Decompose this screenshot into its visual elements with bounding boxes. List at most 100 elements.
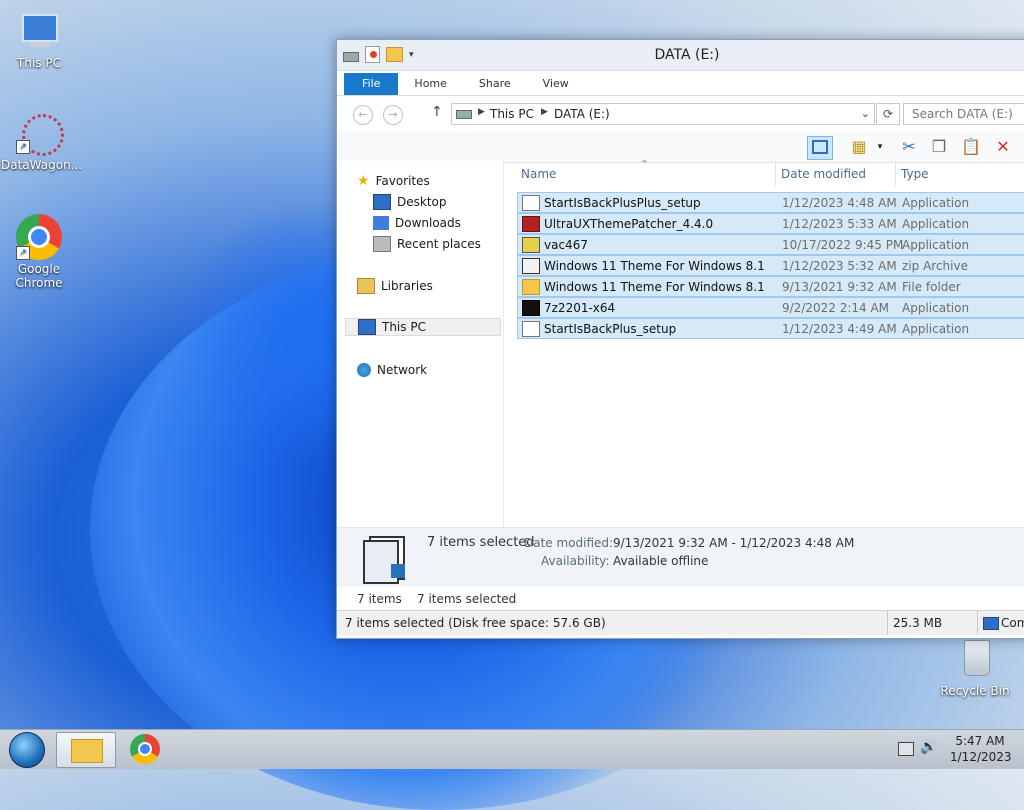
status-bar: 7 items 7 items selected [337, 587, 1024, 609]
volume-tray-icon[interactable]: 🔊 [920, 739, 937, 755]
table-row[interactable]: vac467 10/17/2022 9:45 PM Application [517, 234, 1024, 255]
desktop-icon-recycle-bin[interactable]: Recycle Bin [937, 636, 1013, 698]
bottom-status-bar: 7 items selected (Disk free space: 57.6 … [337, 610, 1024, 635]
clock-date[interactable]: 1/12/2023 [950, 750, 1012, 764]
navigation-bar: ← → ↑ ▶ This PC ▶ DATA (E:) ⌄ ⟳ Search D… [337, 96, 1024, 132]
nav-downloads[interactable]: Downloads [373, 214, 461, 232]
start-button[interactable] [6, 732, 46, 768]
availability-value: Available offline [613, 554, 709, 568]
chrome-icon: ↗ [16, 214, 62, 260]
column-header-name[interactable]: Name [521, 167, 556, 181]
network-tray-icon[interactable] [898, 742, 914, 756]
availability-label: Availability: [541, 554, 610, 568]
preview-pane-icon[interactable] [807, 136, 833, 160]
chevron-down-icon[interactable]: ▾ [873, 136, 887, 158]
clock-time[interactable]: 5:47 AM [950, 734, 1010, 748]
setup-icon [522, 320, 540, 337]
7zip-icon [522, 299, 540, 316]
nav-desktop[interactable]: Desktop [373, 193, 447, 211]
breadcrumb-separator: ▶ [478, 107, 485, 117]
nav-network[interactable]: Network [357, 361, 427, 379]
breadcrumb-this-pc[interactable]: This PC [490, 107, 534, 121]
patcher-icon [522, 215, 540, 232]
taskbar-chrome[interactable] [124, 732, 168, 766]
datawagon-icon: ↗ [16, 110, 64, 156]
network-icon [357, 363, 371, 377]
desktop-icon-this-pc[interactable]: This PC [1, 8, 77, 70]
column-header-date[interactable]: Date modified [781, 167, 866, 181]
search-input[interactable]: Search DATA (E:) [903, 103, 1024, 125]
computer-icon [16, 8, 62, 54]
back-button[interactable]: ← [353, 105, 373, 125]
disk-free-space: 7 items selected (Disk free space: 57.6 … [345, 616, 606, 630]
location-label: Com [1001, 616, 1024, 630]
multiple-files-icon [363, 536, 407, 584]
table-row[interactable]: Windows 11 Theme For Windows 8.1 1/12/20… [517, 255, 1024, 276]
tab-share[interactable]: Share [463, 73, 527, 95]
breadcrumb-data-drive[interactable]: DATA (E:) [554, 107, 610, 121]
libraries-icon [357, 278, 375, 294]
title-bar[interactable]: ▾ DATA (E:) [337, 40, 1024, 71]
taskbar-file-explorer[interactable] [56, 732, 116, 768]
details-pane: 7 items selected Date modified: 9/13/202… [337, 527, 1024, 588]
zip-icon [522, 257, 540, 274]
column-header-type[interactable]: Type [901, 167, 929, 181]
column-divider [775, 161, 776, 187]
date-modified-label: Date modified: [524, 536, 614, 550]
forward-button[interactable]: → [383, 105, 403, 125]
window-title: DATA (E:) [654, 47, 720, 63]
computer-icon [983, 617, 999, 630]
chrome-icon-center [138, 742, 152, 756]
breadcrumb-separator: ▶ [541, 107, 548, 117]
desktop-icon-datawagon[interactable]: ↗ DataWagon... [1, 110, 82, 172]
chevron-down-icon[interactable]: ⌄ [861, 107, 870, 120]
address-bar[interactable]: ▶ This PC ▶ DATA (E:) ⌄ [451, 103, 875, 125]
recent-places-icon [373, 236, 391, 252]
nav-recent[interactable]: Recent places [373, 235, 481, 253]
table-row[interactable]: 7z2201-x64 9/2/2022 2:14 AM Application [517, 297, 1024, 318]
status-divider [977, 611, 978, 635]
nav-this-pc[interactable]: This PC [345, 318, 501, 336]
table-row[interactable]: StartIsBackPlus_setup 1/12/2023 4:49 AM … [517, 318, 1024, 339]
select-all-icon[interactable]: ▦ [847, 136, 871, 158]
nav-libraries[interactable]: Libraries [357, 277, 433, 295]
desktop-icon-chrome[interactable]: ↗ Google Chrome [1, 214, 77, 290]
delete-icon[interactable]: ✕ [991, 136, 1015, 158]
column-divider [895, 161, 896, 187]
selection-size: 25.3 MB [893, 616, 943, 630]
selection-count: 7 items selected [427, 535, 535, 550]
nav-favorites[interactable]: ★ Favorites [357, 172, 430, 190]
desktop-icon [373, 194, 391, 210]
paste-icon[interactable]: 📋 [959, 136, 983, 158]
table-row[interactable]: StartIsBackPlusPlus_setup 1/12/2023 4:48… [517, 192, 1024, 213]
status-divider [887, 611, 888, 635]
refresh-button[interactable]: ⟳ [876, 103, 900, 125]
setup-icon [522, 194, 540, 211]
drive-icon [456, 110, 472, 119]
selected-count: 7 items selected [417, 592, 517, 606]
ribbon-tabs: File Home Share View [337, 71, 1024, 96]
up-arrow-icon[interactable]: ↑ [431, 104, 443, 120]
recycle-bin-icon [952, 636, 998, 682]
date-modified-value: 9/13/2021 9:32 AM - 1/12/2023 4:48 AM [613, 536, 855, 550]
sort-ascending-icon: ^ [641, 159, 648, 168]
tab-view[interactable]: View [527, 73, 585, 95]
table-row[interactable]: UltraUXThemePatcher_4.4.0 1/12/2023 5:33… [517, 213, 1024, 234]
folder-icon [522, 278, 540, 295]
copy-icon[interactable]: ❐ [927, 136, 951, 158]
navigation-pane: ★ Favorites Desktop Downloads Recent plac… [337, 161, 504, 527]
downloads-icon [373, 216, 389, 230]
tab-file[interactable]: File [344, 73, 399, 95]
cut-icon[interactable]: ✂ [897, 136, 921, 158]
app-icon [522, 236, 540, 253]
file-explorer-icon [71, 739, 103, 763]
taskbar: 🔊 5:47 AM 1/12/2023 [0, 729, 1024, 769]
computer-icon [358, 319, 376, 335]
explorer-window[interactable]: ▾ DATA (E:) File Home Share View ← → ↑ ▶… [336, 39, 1024, 639]
tab-home[interactable]: Home [398, 73, 462, 95]
table-row[interactable]: Windows 11 Theme For Windows 8.1 9/13/20… [517, 276, 1024, 297]
command-toolbar: ▦ ▾ ✂ ❐ 📋 ✕ [337, 132, 1024, 163]
file-list: Name ^ Date modified Type StartIsBackPlu… [517, 159, 1024, 527]
windows-logo-icon [9, 732, 45, 768]
star-icon: ★ [357, 173, 370, 189]
